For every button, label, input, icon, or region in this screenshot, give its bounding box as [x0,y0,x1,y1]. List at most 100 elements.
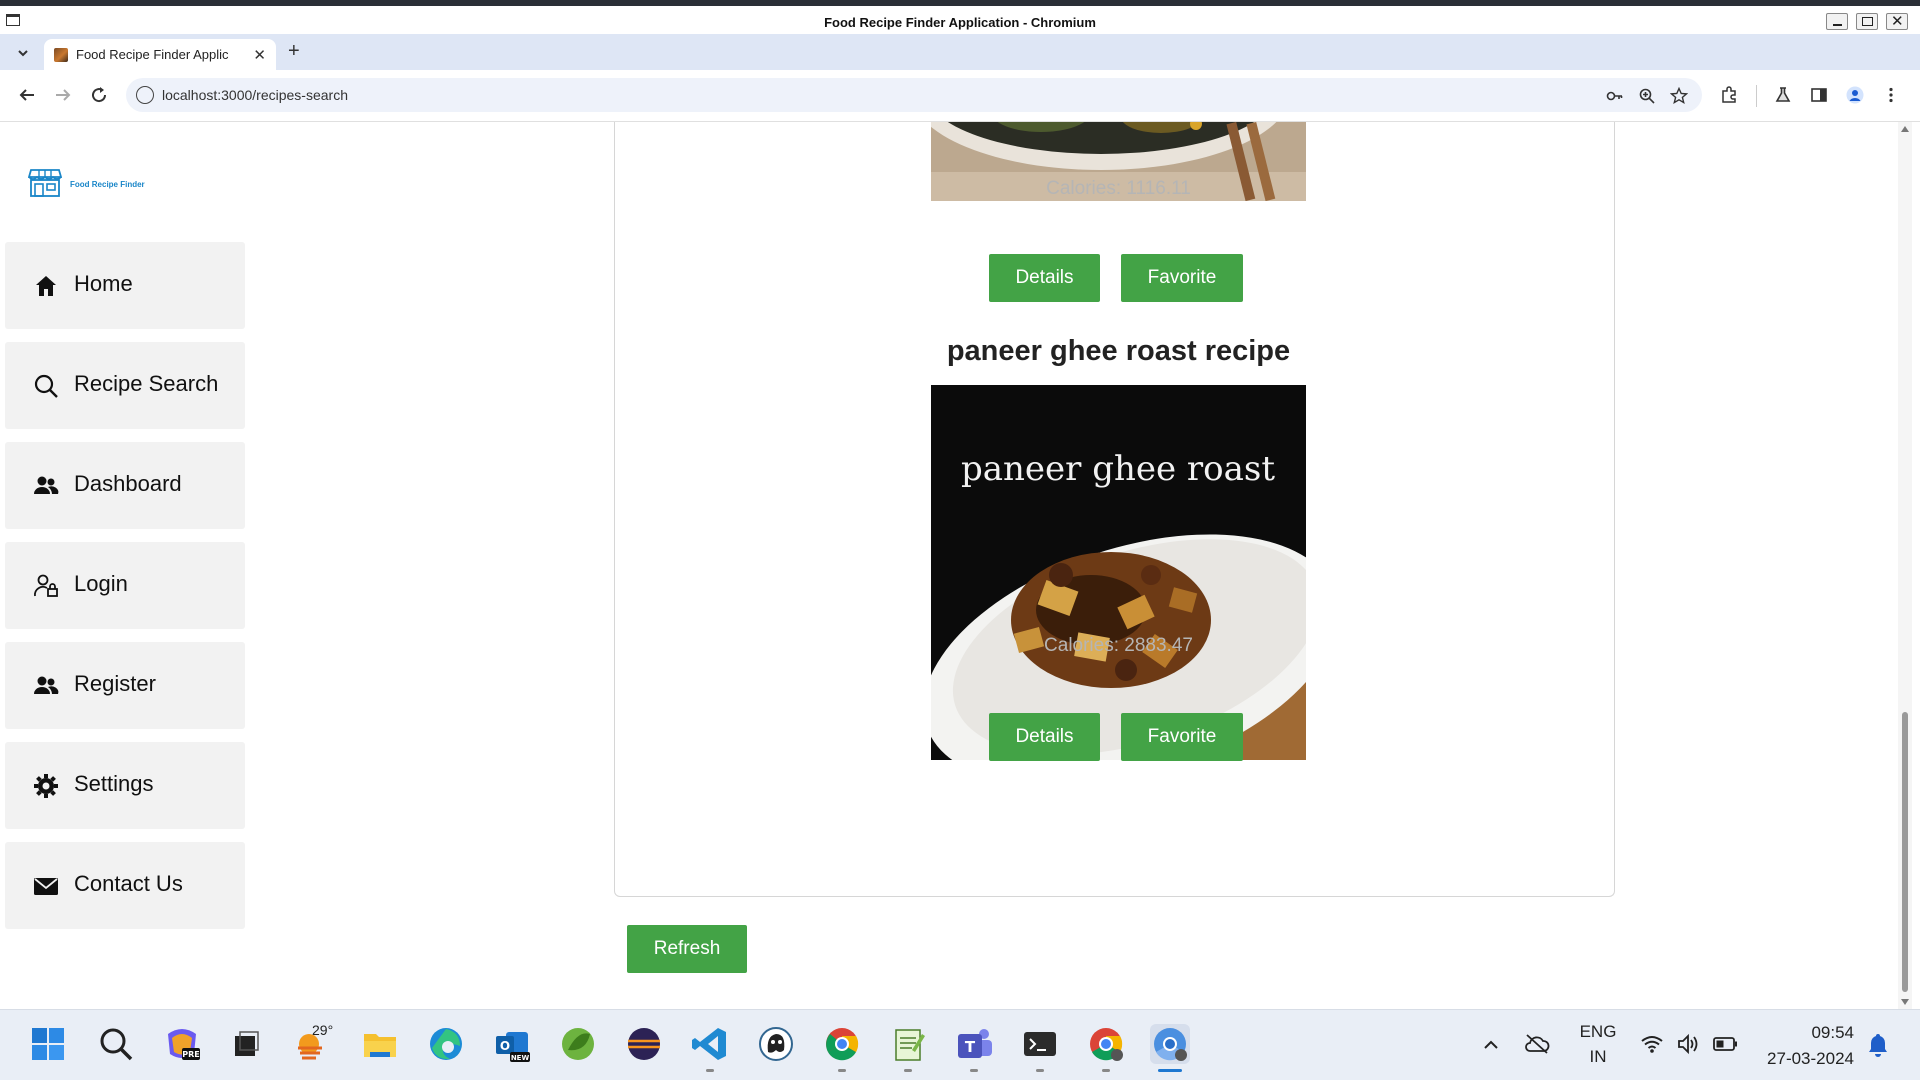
page-viewport: Food Recipe Finder Home Recipe Search Da… [5,122,1898,1009]
taskbar-app-terminal[interactable] [1020,1024,1060,1064]
clock-date[interactable]: 27-03-2024 [1750,1049,1854,1069]
taskbar-task-view[interactable] [226,1024,266,1064]
side-panel-icon[interactable] [1810,86,1828,104]
scrollbar-thumb[interactable] [1902,712,1908,992]
store-logo-icon [28,169,62,197]
sidebar-item-label: Dashboard [74,471,182,496]
taskbar-app-teams[interactable]: T [954,1024,994,1064]
maximize-button[interactable] [1856,13,1878,30]
taskbar-app-chrome-user[interactable] [1086,1024,1126,1064]
battery-icon[interactable] [1712,1035,1738,1053]
sidebar-item-register[interactable]: Register [5,642,245,729]
page-scrollbar[interactable] [1898,122,1912,1009]
taskbar-app-chrome[interactable] [822,1024,862,1064]
running-indicator [904,1069,912,1072]
chevron-up-icon[interactable] [1482,1036,1500,1054]
details-button[interactable]: Details [989,713,1100,761]
language-indicator[interactable]: ENG [1574,1022,1622,1042]
taskbar-app-spring[interactable] [558,1024,598,1064]
taskbar-search-button[interactable] [96,1024,136,1064]
recipe-image: paneer ghee roast [931,385,1306,760]
sidebar-item-contact-us[interactable]: Contact Us [5,842,245,929]
tab-close-icon[interactable]: ✕ [253,46,266,64]
copilot-icon: PRE [168,1029,200,1060]
start-button[interactable] [28,1024,68,1064]
chromium-icon [1154,1028,1187,1061]
sidebar-item-label: Register [74,671,156,696]
brand-name: Food Recipe Finder [70,180,145,189]
running-indicator [970,1069,978,1072]
minimize-button[interactable] [1826,13,1848,30]
users-icon [34,476,59,494]
close-button[interactable]: ✕ [1886,13,1908,30]
details-button[interactable]: Details [989,254,1100,302]
zoom-icon[interactable] [1638,87,1656,105]
sidebar-item-login[interactable]: Login [5,542,245,629]
svg-text:NEW: NEW [511,1054,530,1062]
tab-search-button[interactable] [12,43,34,63]
onedrive-offline-icon[interactable] [1524,1032,1550,1056]
browser-toolbar: localhost:3000/recipes-search [0,70,1920,122]
taskbar-app-notepad[interactable] [888,1024,928,1064]
taskbar: PRE 29° O NEW T ENG IN 09:54 27-03-2024 [0,1009,1920,1080]
chevron-down-icon [18,50,28,57]
clock-time[interactable]: 09:54 [1774,1023,1854,1043]
sidebar-item-label: Settings [74,771,154,796]
weather-temperature: 29° [312,1022,334,1038]
site-info-icon[interactable] [136,86,154,104]
svg-text:T: T [965,1038,976,1056]
profile-avatar-icon[interactable] [1846,86,1864,104]
extensions-icon[interactable] [1720,86,1738,104]
url-text[interactable]: localhost:3000/recipes-search [162,87,348,103]
window-title: Food Recipe Finder Application - Chromiu… [824,15,1096,30]
scroll-up-arrow[interactable] [1901,126,1909,132]
sidebar-item-recipe-search[interactable]: Recipe Search [5,342,245,429]
taskbar-app-outlook[interactable]: O NEW [492,1024,532,1064]
forward-button[interactable] [52,84,74,106]
taskbar-app-vscode[interactable] [690,1024,730,1064]
search-icon [100,1028,133,1061]
kebab-menu-icon[interactable] [1882,86,1900,104]
running-indicator [1036,1069,1044,1072]
password-key-icon[interactable] [1606,87,1624,105]
taskbar-app-file-explorer[interactable] [360,1024,400,1064]
sidebar-item-settings[interactable]: Settings [5,742,245,829]
sidebar-item-home[interactable]: Home [5,242,245,329]
terminal-icon [1024,1032,1056,1056]
teams-icon: T [958,1029,992,1058]
taskbar-app-edge[interactable] [426,1024,466,1064]
browser-tab[interactable]: Food Recipe Finder Applic ✕ [44,39,276,70]
wifi-icon[interactable] [1640,1034,1664,1054]
favorite-button[interactable]: Favorite [1121,713,1243,761]
volume-icon[interactable] [1676,1033,1700,1055]
bookmark-star-icon[interactable] [1670,87,1688,105]
region-indicator[interactable]: IN [1574,1047,1622,1067]
refresh-button[interactable]: Refresh [627,925,747,973]
labs-flask-icon[interactable] [1774,86,1792,104]
taskbar-app-copilot[interactable]: PRE [162,1024,202,1064]
outlook-icon: ONEW [496,1032,530,1062]
taskbar-app-chromium[interactable] [1150,1024,1190,1064]
tab-strip: Food Recipe Finder Applic ✕ + [0,34,1920,70]
favorite-button[interactable]: Favorite [1121,254,1243,302]
scroll-down-arrow[interactable] [1901,999,1909,1005]
running-indicator [706,1069,714,1072]
start-icon [32,1028,64,1060]
tab-title: Food Recipe Finder Applic [76,47,229,62]
address-bar[interactable]: localhost:3000/recipes-search [126,78,1702,112]
spring-icon [562,1028,594,1060]
sidebar-item-dashboard[interactable]: Dashboard [5,442,245,529]
chrome-icon [826,1028,859,1061]
window-title-bar: Food Recipe Finder Application - Chromiu… [0,0,1920,34]
new-tab-button[interactable]: + [288,40,300,63]
svg-text:O: O [500,1039,510,1053]
notepad-icon [895,1029,925,1061]
notification-bell-icon[interactable] [1866,1032,1890,1058]
back-button[interactable] [16,84,38,106]
recipe-calories: Calories: 1116.11 [1046,178,1191,199]
taskbar-app-eclipse[interactable] [624,1024,664,1064]
taskbar-app-pgadmin[interactable] [756,1024,796,1064]
reload-button[interactable] [88,84,110,106]
sidebar-item-label: Contact Us [74,871,183,896]
chrome-user-icon [1090,1028,1123,1061]
